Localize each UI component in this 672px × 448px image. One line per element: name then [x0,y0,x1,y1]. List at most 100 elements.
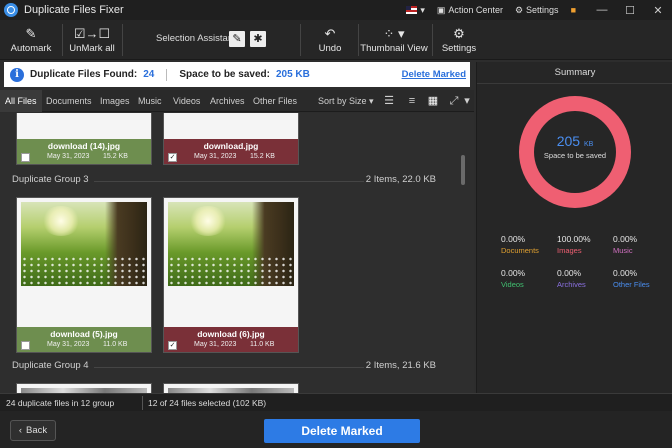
tab-other-files[interactable]: Other Files [253,90,297,112]
settings-label: Settings [441,42,477,54]
group-title: Duplicate Group 4 [12,360,89,371]
undo-icon: ↶ [324,25,336,41]
selection-settings-icon[interactable]: ✱ [250,31,266,47]
caret-down-icon: ▾ [369,96,374,106]
scrollbar-thumb[interactable] [461,155,465,185]
file-name: download (5).jpg [50,329,118,339]
stat-archives: 0.00% Archives [557,268,617,289]
undo-label: Undo [318,42,342,54]
gear-icon: ⚙ [453,25,465,41]
delete-marked-link[interactable]: Delete Marked [402,69,466,80]
group-divider [94,367,364,368]
app-title: Duplicate Files Fixer [24,4,124,16]
file-size: 15.2 KB [250,153,275,160]
stat-label: Archives [557,280,586,289]
file-card[interactable] [16,383,152,393]
gear-icon: ⚙ [514,4,524,15]
file-caption: download (6).jpg ✓ May 31, 2023 11.0 KB [164,327,298,352]
group-header: Duplicate Group 3 2 Items, 22.0 KB [12,174,436,188]
status-divider [142,396,143,410]
app-logo-icon [4,3,18,17]
toolbar-divider [358,24,359,56]
minimize-button[interactable]: — [588,4,616,16]
more-options-icon[interactable]: ▾ [463,94,471,108]
automark-button[interactable]: ✎ Automark [8,20,54,60]
toolbar: ✎ Automark ☑→☐ UnMark all Selection Assi… [0,20,672,60]
file-card[interactable]: download (14).jpg May 31, 2023 15.2 KB [16,113,152,165]
toolbar-divider [122,24,123,56]
image-thumbnail [168,202,294,286]
stat-percent: 0.00% [501,268,526,278]
group-meta: 2 Items, 22.0 KB [365,174,436,185]
expand-icon[interactable]: ⤢ [447,94,461,108]
file-size: 11.0 KB [250,341,275,348]
gift-button[interactable]: ■ [571,5,576,15]
grid-view-icon[interactable]: ▦ [426,94,440,108]
stat-label: Music [613,246,633,255]
tab-images[interactable]: Images [100,90,130,112]
undo-button[interactable]: ↶ Undo [310,20,350,60]
group-meta: 2 Items, 21.6 KB [365,360,436,371]
file-card[interactable] [163,383,299,393]
file-checkbox[interactable] [21,341,30,350]
stat-other-files: 0.00% Other Files [613,268,672,289]
unmark-all-label: UnMark all [69,42,115,54]
thumbnail-view-button[interactable]: ⁘ ▾ Thumbnail View [360,20,428,60]
title-bar: Duplicate Files Fixer ▾ ▣ Action Center … [0,0,672,20]
duplicates-found-count: 24 [143,69,155,80]
file-date: May 31, 2023 [47,153,90,160]
file-checkbox[interactable]: ✓ [168,153,177,162]
duplicates-found-label: Duplicate Files Found: [30,69,138,80]
list-view-icon[interactable]: ☰ [382,94,396,108]
settings-button[interactable]: ⚙ Settings [438,20,480,60]
toolbar-divider [62,24,63,56]
file-checkbox[interactable] [21,153,30,162]
results-info-bar: i Duplicate Files Found: 24 Space to be … [4,62,470,87]
settings-menu-button[interactable]: ⚙ Settings [515,5,559,16]
delete-marked-button[interactable]: Delete Marked [264,419,420,443]
status-duplicates-summary: 24 duplicate files in 12 group [6,398,115,408]
space-saved-amount: 205 KB [556,133,594,149]
selection-tool-icon[interactable]: ✎ [229,31,245,47]
tab-archives[interactable]: Archives [210,90,245,112]
group-header: Duplicate Group 4 2 Items, 21.6 KB [12,360,436,374]
back-label: Back [26,425,48,436]
file-checkbox[interactable]: ✓ [168,341,177,350]
automark-label: Automark [10,42,52,54]
stat-documents: 0.00% Documents [501,234,561,255]
toolbar-divider [300,24,301,56]
action-center-button[interactable]: ▣ Action Center [437,5,503,16]
back-button[interactable]: ‹ Back [10,420,56,441]
footer: ‹ Back Delete Marked [0,411,672,448]
file-card[interactable]: download (6).jpg ✓ May 31, 2023 11.0 KB [163,197,299,353]
stat-percent: 0.00% [613,268,638,278]
chevron-left-icon: ‹ [18,425,23,436]
tab-all-files[interactable]: All Files [0,90,42,112]
stat-music: 0.00% Music [613,234,672,255]
details-view-icon[interactable]: ≡ [405,94,419,108]
us-flag-icon [406,6,418,14]
file-caption: download.jpg ✓ May 31, 2023 15.2 KB [164,139,298,164]
language-selector[interactable]: ▾ [406,5,425,16]
unmark-all-button[interactable]: ☑→☐ UnMark all [68,20,116,60]
summary-title: Summary [477,62,672,84]
file-name: download (14).jpg [47,141,121,151]
tab-videos[interactable]: Videos [173,90,200,112]
stat-label: Videos [501,280,524,289]
file-card[interactable]: download (5).jpg May 31, 2023 11.0 KB [16,197,152,353]
gift-icon: ■ [570,5,576,15]
sort-by-dropdown[interactable]: Sort by Size ▾ [318,90,374,112]
selection-assistant-label: Selection Assistant [156,33,236,44]
thumbnail-view-label: Thumbnail View [360,42,428,54]
stat-label: Images [557,246,582,255]
wand-icon: ✎ [25,25,37,41]
grid-view-icon: ⁘ ▾ [383,25,405,41]
file-name: download.jpg [203,141,259,151]
file-caption: download (5).jpg May 31, 2023 11.0 KB [17,327,151,352]
maximize-button[interactable]: ☐ [616,4,644,17]
tab-music[interactable]: Music [138,90,162,112]
tab-documents[interactable]: Documents [46,90,92,112]
close-button[interactable]: ✕ [644,4,672,17]
action-center-label: Action Center [448,5,503,15]
file-card[interactable]: download.jpg ✓ May 31, 2023 15.2 KB [163,113,299,165]
